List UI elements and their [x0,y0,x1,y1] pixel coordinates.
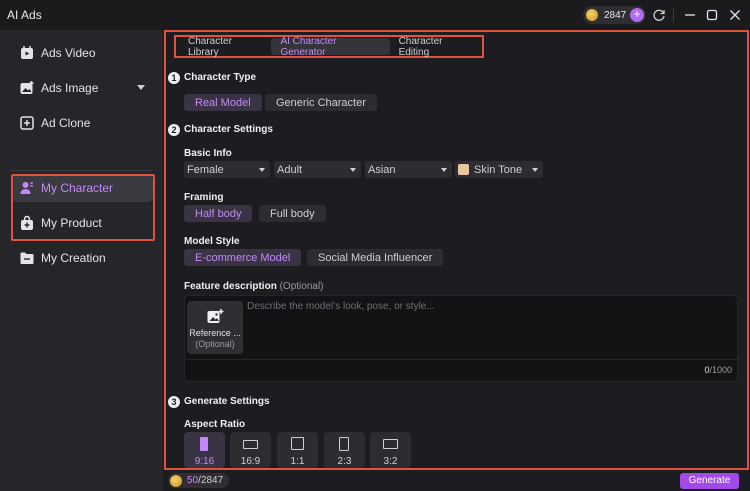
reference-optional: (Optional) [195,339,235,349]
ratio-3-2[interactable]: 3:2 [370,432,411,468]
title-bar: AI Ads 2847 + [0,0,750,30]
sidebar: Ads Video Ads Image Ad Clone My Characte… [0,30,163,491]
ratio-label: 3:2 [383,456,398,467]
gender-select[interactable]: Female [184,161,270,178]
description-divider [185,359,737,360]
option-real-model[interactable]: Real Model [184,94,262,111]
sidebar-item-ads-video[interactable]: Ads Video [12,39,153,67]
tab-character-library[interactable]: Character Library [179,36,271,58]
sidebar-item-ad-clone[interactable]: Ad Clone [12,109,153,137]
option-generic-character[interactable]: Generic Character [265,94,377,111]
generate-button[interactable]: Generate [680,473,739,489]
titlebar-divider [673,8,674,22]
credits-total: /2847 [198,475,224,486]
feature-optional-text: (Optional) [279,281,324,292]
gender-value: Female [187,163,224,176]
aspect-ratio-title: Aspect Ratio [184,419,246,430]
ratio-square-icon [291,437,304,450]
add-image-icon [207,309,224,323]
sidebar-item-label: My Creation [41,251,106,265]
ad-clone-icon [20,116,34,130]
refresh-icon[interactable] [652,8,666,22]
step-number: 1 [168,72,180,84]
chevron-down-icon [441,168,447,172]
close-icon[interactable] [728,8,742,22]
folder-icon [20,252,34,264]
ratio-label: 1:1 [290,456,305,467]
age-value: Adult [277,163,303,176]
tab-ai-character-generator[interactable]: AI Character Generator [271,36,390,58]
ratio-9-16[interactable]: 9:16 [184,432,225,468]
skin-tone-swatch-icon [458,164,469,175]
section-title: Character Type [184,72,257,83]
ratio-1-1[interactable]: 1:1 [277,432,318,468]
sidebar-item-label: Ads Image [41,81,99,95]
age-select[interactable]: Adult [274,161,361,178]
ratio-label: 9:16 [194,456,215,467]
coin-count: 2847 [604,9,627,21]
framing-title: Framing [184,192,224,203]
option-full-body[interactable]: Full body [259,205,326,222]
ethnicity-select[interactable]: Asian [365,161,452,178]
feature-description-title: Feature description (Optional) [184,281,324,292]
chevron-down-icon [532,168,538,172]
tab-bar: Character Library AI Character Generator… [174,35,484,58]
feature-description-box[interactable]: Reference ... (Optional) Describe the mo… [184,295,738,382]
ratio-portrait-icon [339,437,349,451]
sidebar-item-my-product[interactable]: My Product [12,209,153,237]
chevron-down-icon [350,168,356,172]
ratio-landscape-icon [383,439,398,449]
option-half-body[interactable]: Half body [184,205,253,222]
bottom-bar: 50 /2847 Generate [164,470,750,491]
sidebar-item-ads-image[interactable]: Ads Image [12,74,153,102]
character-counter: 0/1000 [704,365,732,375]
basic-info-title: Basic Info [184,148,232,159]
description-placeholder: Describe the model’s look, pose, or styl… [247,301,435,312]
chevron-down-icon [259,168,265,172]
credits-usage: 50 /2847 [168,473,229,488]
skin-tone-value: Skin Tone [474,163,523,176]
ratio-landscape-icon [243,440,258,449]
sidebar-item-my-character[interactable]: My Character [12,174,153,202]
ratio-16-9[interactable]: 16:9 [230,432,271,468]
ads-video-icon [21,46,33,59]
option-ecommerce-model[interactable]: E-commerce Model [184,249,302,266]
ratio-label: 2:3 [337,456,352,467]
add-coins-button[interactable]: + [630,8,644,22]
minimize-icon[interactable] [683,8,697,22]
ratio-label: 16:9 [240,456,261,467]
feature-title-text: Feature description [184,281,277,292]
app-title: AI Ads [7,8,42,22]
coin-icon [586,9,598,21]
option-social-media-influencer[interactable]: Social Media Influencer [307,249,444,266]
skin-tone-select[interactable]: Skin Tone [455,161,543,178]
model-style-title: Model Style [184,236,240,247]
step-number: 2 [168,124,180,136]
sidebar-divider [10,170,153,171]
reference-upload-button[interactable]: Reference ... (Optional) [187,301,243,354]
ethnicity-value: Asian [368,163,396,176]
sidebar-item-label: Ad Clone [41,116,91,130]
credits-used: 50 [187,475,199,486]
sidebar-item-my-creation[interactable]: My Creation [12,244,153,272]
maximize-icon[interactable] [705,8,719,22]
product-icon [21,215,33,230]
section-title: Generate Settings [184,396,270,407]
tab-character-editing[interactable]: Character Editing [390,36,482,58]
reference-label: Reference ... [189,328,241,338]
section-title: Character Settings [184,124,273,135]
sidebar-item-label: My Product [41,216,102,230]
ratio-2-3[interactable]: 2:3 [324,432,365,468]
sidebar-item-label: My Character [41,181,114,195]
chevron-down-icon[interactable] [137,85,145,90]
character-icon [20,182,33,194]
step-number: 3 [168,396,180,408]
ads-image-icon [20,81,34,94]
counter-max: /1000 [709,365,732,375]
coin-balance: 2847 + [583,6,646,24]
sidebar-item-label: Ads Video [41,46,96,60]
main-panel: Character Library AI Character Generator… [164,30,750,468]
ratio-portrait-icon [200,437,208,451]
coin-icon [170,474,182,487]
